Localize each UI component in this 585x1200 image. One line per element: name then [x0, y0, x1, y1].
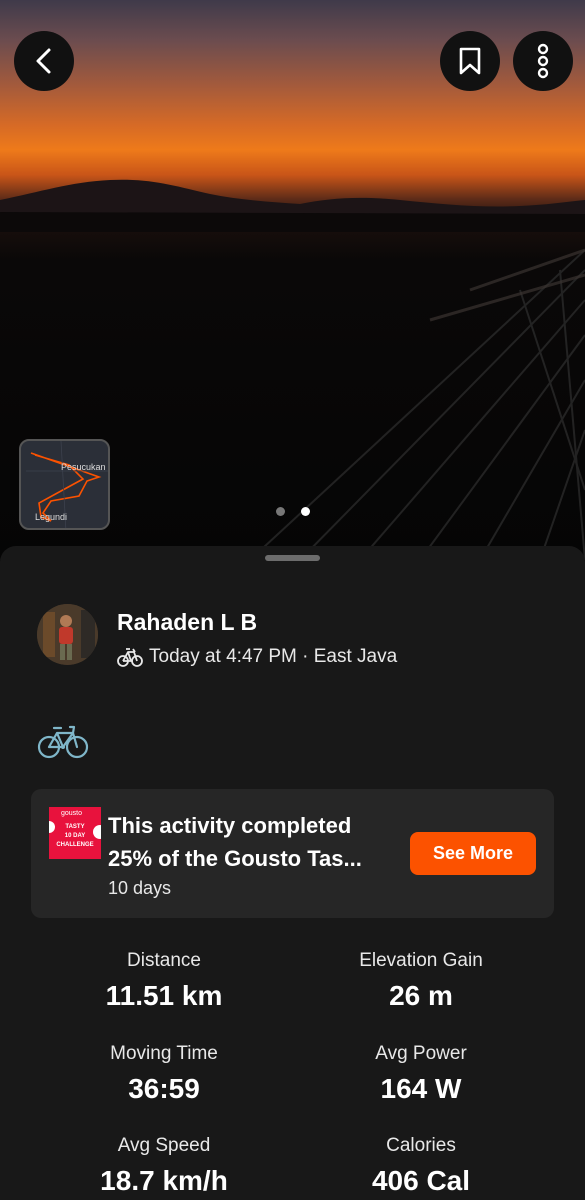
logo-line-1: TASTY	[65, 824, 85, 830]
logo-line-2: 10 DAY	[64, 833, 86, 839]
stat-value: 406 Cal	[371, 1165, 471, 1196]
bookmark-icon	[459, 47, 481, 75]
stat-label: Calories	[386, 1135, 456, 1156]
carousel-dot[interactable]	[276, 507, 285, 516]
see-more-button[interactable]: See More	[410, 832, 536, 875]
more-options-button[interactable]	[513, 31, 573, 91]
challenge-duration: 10 days	[108, 878, 172, 898]
gousto-challenge-logo: gousto TASTY 10 DAY CHALLENGE	[49, 807, 101, 859]
stat-value: 36:59	[128, 1073, 200, 1104]
stat-label: Avg Speed	[117, 1135, 211, 1156]
carousel-indicator	[276, 507, 310, 516]
athlete-name[interactable]: Rahaden L B	[117, 609, 257, 636]
stat-value: 18.7 km/h	[100, 1165, 228, 1196]
avatar-photo	[37, 604, 98, 665]
stat-calories: Calories 406 Cal	[291, 1135, 551, 1197]
stat-label: Elevation Gain	[359, 950, 483, 971]
activity-meta: Today at 4:47 PM · East Java	[117, 646, 397, 668]
stat-label: Avg Power	[375, 1043, 467, 1064]
challenge-title-line-1: This activity completed	[108, 813, 352, 838]
activity-time-location: Today at 4:47 PM · East Java	[149, 646, 398, 667]
stat-avg-power: Avg Power 164 W	[291, 1043, 551, 1105]
stat-distance: Distance 11.51 km	[34, 950, 294, 1012]
stat-value: 11.51 km	[105, 980, 223, 1011]
stat-elevation-gain: Elevation Gain 26 m	[291, 950, 551, 1012]
stat-value: 164 W	[380, 1073, 462, 1104]
challenge-title-line-2: 25% of the Gousto Tas...	[108, 846, 362, 871]
sheet-drag-handle[interactable]	[265, 555, 320, 561]
route-map-thumbnail[interactable]: Pesucukan Legundi	[19, 439, 110, 530]
logo-line-3: CHALLENGE	[56, 842, 94, 848]
more-vertical-icon	[537, 43, 549, 79]
carousel-dot-active[interactable]	[301, 507, 310, 516]
chevron-left-icon	[36, 48, 51, 74]
sport-type	[37, 721, 89, 766]
map-label-bottom: Legundi	[35, 512, 68, 522]
stat-label: Distance	[127, 950, 201, 971]
stat-label: Moving Time	[110, 1043, 218, 1064]
back-button[interactable]	[14, 31, 74, 91]
bike-icon	[117, 648, 143, 667]
stat-avg-speed: Avg Speed 18.7 km/h	[34, 1135, 294, 1197]
bicycle-icon	[37, 725, 89, 759]
logo-brand: gousto	[61, 810, 83, 817]
stat-moving-time: Moving Time 36:59	[34, 1043, 294, 1105]
activity-details-sheet: Rahaden L B Today at 4:47 PM · East Java…	[0, 546, 585, 1200]
avatar[interactable]	[37, 604, 98, 665]
challenge-title: This activity completed 25% of the Goust…	[108, 809, 408, 875]
mountain-silhouette	[0, 179, 585, 232]
map-label-top: Pesucukan	[61, 462, 106, 472]
bookmark-button[interactable]	[440, 31, 500, 91]
challenge-card[interactable]: gousto TASTY 10 DAY CHALLENGE This activ…	[31, 789, 554, 918]
stat-value: 26 m	[389, 980, 453, 1011]
